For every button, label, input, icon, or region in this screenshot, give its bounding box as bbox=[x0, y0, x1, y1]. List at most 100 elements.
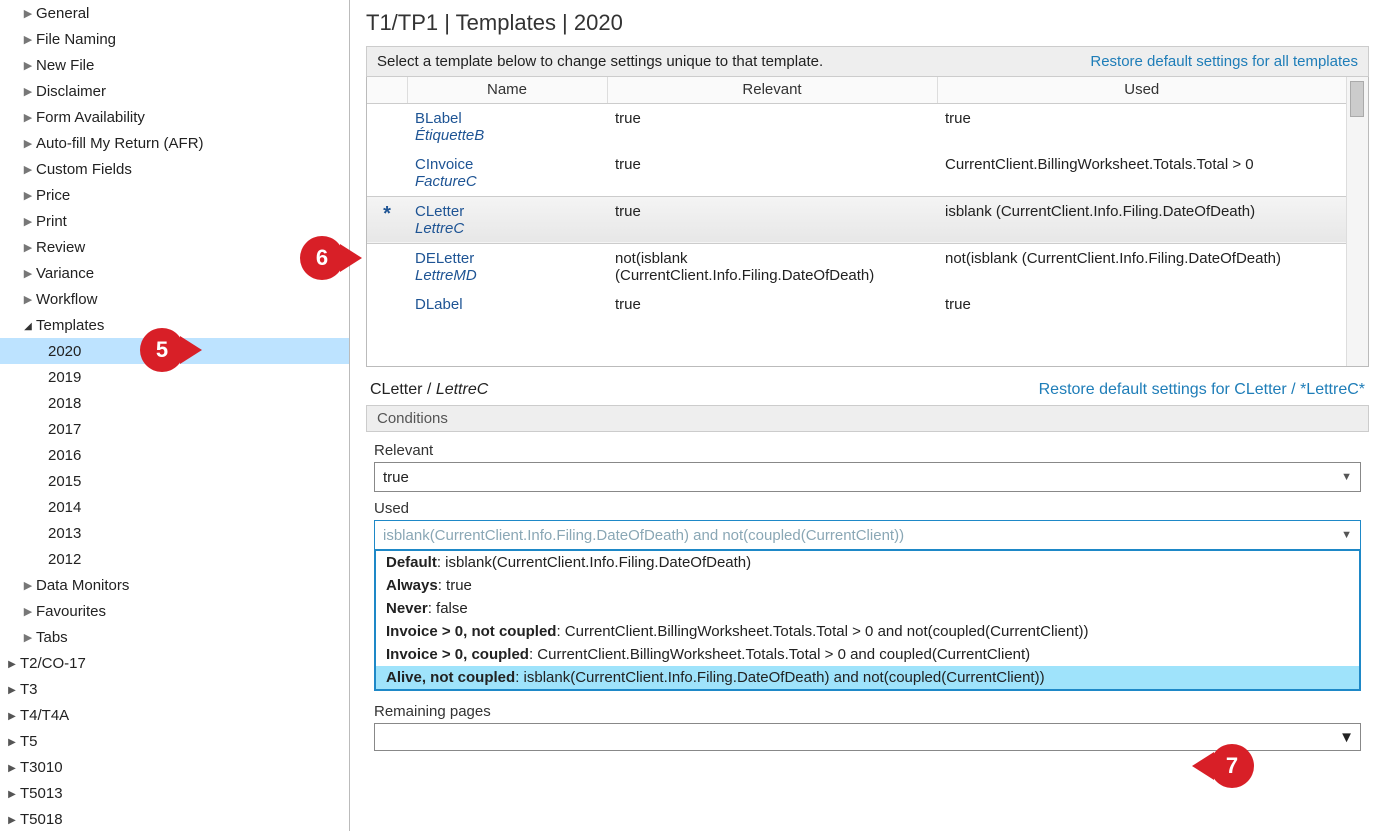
detail-name: CLetter / bbox=[370, 381, 436, 398]
tree-item-label: T4/T4A bbox=[20, 707, 349, 724]
row-used: isblank (CurrentClient.Info.Filing.DateO… bbox=[937, 196, 1346, 243]
template-sub: ÉtiquetteB bbox=[415, 127, 599, 144]
row-relevant: true bbox=[607, 290, 937, 319]
detail-sub: LettreC bbox=[436, 381, 488, 398]
remaining-dropdown[interactable]: ▼ bbox=[374, 723, 1361, 751]
conditions-heading: Conditions bbox=[366, 405, 1369, 432]
row-flag bbox=[367, 290, 407, 319]
row-flag bbox=[367, 243, 407, 290]
tree-item[interactable]: Print bbox=[0, 208, 349, 234]
tree-item[interactable]: Workflow bbox=[0, 286, 349, 312]
table-row[interactable]: CInvoiceFactureCtrueCurrentClient.Billin… bbox=[367, 150, 1346, 197]
relevant-dropdown[interactable]: true ▼ bbox=[374, 462, 1361, 492]
chevron-right-icon bbox=[20, 32, 36, 46]
tree-year-2015[interactable]: 2015 bbox=[0, 468, 349, 494]
dropdown-option[interactable]: Default: isblank(CurrentClient.Info.Fili… bbox=[376, 551, 1359, 574]
tree-item-label: Workflow bbox=[36, 291, 349, 308]
template-name: DELetter bbox=[415, 250, 599, 267]
chevron-right-icon bbox=[20, 162, 36, 176]
callout-7: 7 bbox=[1210, 744, 1254, 788]
restore-one-link[interactable]: Restore default settings for CLetter / *… bbox=[1039, 381, 1365, 399]
col-used[interactable]: Used bbox=[937, 77, 1346, 103]
tree-item[interactable]: T5018 bbox=[0, 806, 349, 831]
tree-item-label: T3 bbox=[20, 681, 349, 698]
callout-6: 6 bbox=[300, 236, 344, 280]
tree-item[interactable]: Custom Fields bbox=[0, 156, 349, 182]
row-relevant: true bbox=[607, 103, 937, 150]
tree-item-label: T5013 bbox=[20, 785, 349, 802]
row-used: true bbox=[937, 290, 1346, 319]
col-flag[interactable] bbox=[367, 77, 407, 103]
template-name: DLabel bbox=[415, 296, 599, 313]
tree-item[interactable]: T2/CO-17 bbox=[0, 650, 349, 676]
used-dropdown[interactable]: isblank(CurrentClient.Info.Filing.DateOf… bbox=[374, 520, 1361, 550]
chevron-right-icon bbox=[20, 84, 36, 98]
tree-item-label: T5018 bbox=[20, 811, 349, 828]
tree-item[interactable]: Review bbox=[0, 234, 349, 260]
table-scrollbar[interactable] bbox=[1346, 77, 1368, 366]
tree-item[interactable]: T3010 bbox=[0, 754, 349, 780]
tree-item-label: General bbox=[36, 5, 349, 22]
tree-item[interactable]: T4/T4A bbox=[0, 702, 349, 728]
tree-year-2014[interactable]: 2014 bbox=[0, 494, 349, 520]
dropdown-option[interactable]: Invoice > 0, not coupled: CurrentClient.… bbox=[376, 620, 1359, 643]
dropdown-option[interactable]: Always: true bbox=[376, 574, 1359, 597]
tree-item[interactable]: Tabs bbox=[0, 624, 349, 650]
tree-item[interactable]: Auto-fill My Return (AFR) bbox=[0, 130, 349, 156]
tree-item[interactable]: T5 bbox=[0, 728, 349, 754]
tree-item-label: File Naming bbox=[36, 31, 349, 48]
chevron-right-icon bbox=[4, 708, 20, 722]
tree-item[interactable]: General bbox=[0, 0, 349, 26]
tree-year-2013[interactable]: 2013 bbox=[0, 520, 349, 546]
tree-item-label: Auto-fill My Return (AFR) bbox=[36, 135, 349, 152]
row-relevant: true bbox=[607, 196, 937, 243]
template-sub: LettreMD bbox=[415, 267, 599, 284]
tree-item[interactable]: New File bbox=[0, 52, 349, 78]
settings-tree: General File Naming New File DisclaimerForm… bbox=[0, 0, 350, 831]
tree-year-2012[interactable]: 2012 bbox=[0, 546, 349, 572]
row-relevant: true bbox=[607, 150, 937, 197]
instruction-bar: Select a template below to change settin… bbox=[366, 46, 1369, 77]
tree-year-2017[interactable]: 2017 bbox=[0, 416, 349, 442]
chevron-right-icon bbox=[20, 188, 36, 202]
row-flag: * bbox=[367, 196, 407, 243]
tree-item[interactable]: T3 bbox=[0, 676, 349, 702]
tree-item[interactable]: Disclaimer bbox=[0, 78, 349, 104]
tree-item-label: Price bbox=[36, 187, 349, 204]
table-row[interactable]: DELetterLettreMD not(isblank (CurrentClie… bbox=[367, 243, 1346, 290]
relevant-label: Relevant bbox=[374, 442, 1361, 459]
tree-item[interactable]: File Naming bbox=[0, 26, 349, 52]
table-row[interactable]: *CLetterLettreCtrueisblank (CurrentClien… bbox=[367, 196, 1346, 243]
tree-item[interactable]: Variance bbox=[0, 260, 349, 286]
tree-item[interactable]: Favourites bbox=[0, 598, 349, 624]
col-name[interactable]: Name bbox=[407, 77, 607, 103]
main-panel: T1/TP1 | Templates | 2020 Select a templ… bbox=[350, 0, 1379, 831]
chevron-right-icon bbox=[20, 578, 36, 592]
dropdown-option[interactable]: Never: false bbox=[376, 597, 1359, 620]
used-value: isblank(CurrentClient.Info.Filing.DateOf… bbox=[383, 527, 904, 544]
tree-item[interactable]: Form Availability bbox=[0, 104, 349, 130]
chevron-down-icon: ▼ bbox=[1341, 471, 1352, 483]
chevron-right-icon bbox=[4, 812, 20, 826]
tree-year-2016[interactable]: 2016 bbox=[0, 442, 349, 468]
tree-item-label: New File bbox=[36, 57, 349, 74]
tree-item[interactable]: Data Monitors bbox=[0, 572, 349, 598]
table-row[interactable]: BLabelÉtiquetteBtruetrue bbox=[367, 103, 1346, 150]
row-flag bbox=[367, 103, 407, 150]
tree-item[interactable]: Price bbox=[0, 182, 349, 208]
dropdown-option[interactable]: Invoice > 0, coupled: CurrentClient.Bill… bbox=[376, 643, 1359, 666]
chevron-down-icon: ▼ bbox=[1339, 729, 1354, 746]
restore-all-link[interactable]: Restore default settings for all templat… bbox=[1090, 53, 1358, 70]
chevron-down-icon bbox=[20, 318, 36, 332]
template-sub: LettreC bbox=[415, 220, 599, 237]
dropdown-option[interactable]: Alive, not coupled: isblank(CurrentClien… bbox=[376, 666, 1359, 689]
tree-item[interactable]: T5013 bbox=[0, 780, 349, 806]
relevant-value: true bbox=[383, 469, 409, 486]
col-relevant[interactable]: Relevant bbox=[607, 77, 937, 103]
table-row[interactable]: DLabel truetrue bbox=[367, 290, 1346, 319]
row-relevant: not(isblank (CurrentClient.Info.Filing.D… bbox=[607, 243, 937, 290]
row-used: not(isblank (CurrentClient.Info.Filing.D… bbox=[937, 243, 1346, 290]
tree-item-label: Favourites bbox=[36, 603, 349, 620]
tree-item-label: T5 bbox=[20, 733, 349, 750]
tree-year-2018[interactable]: 2018 bbox=[0, 390, 349, 416]
